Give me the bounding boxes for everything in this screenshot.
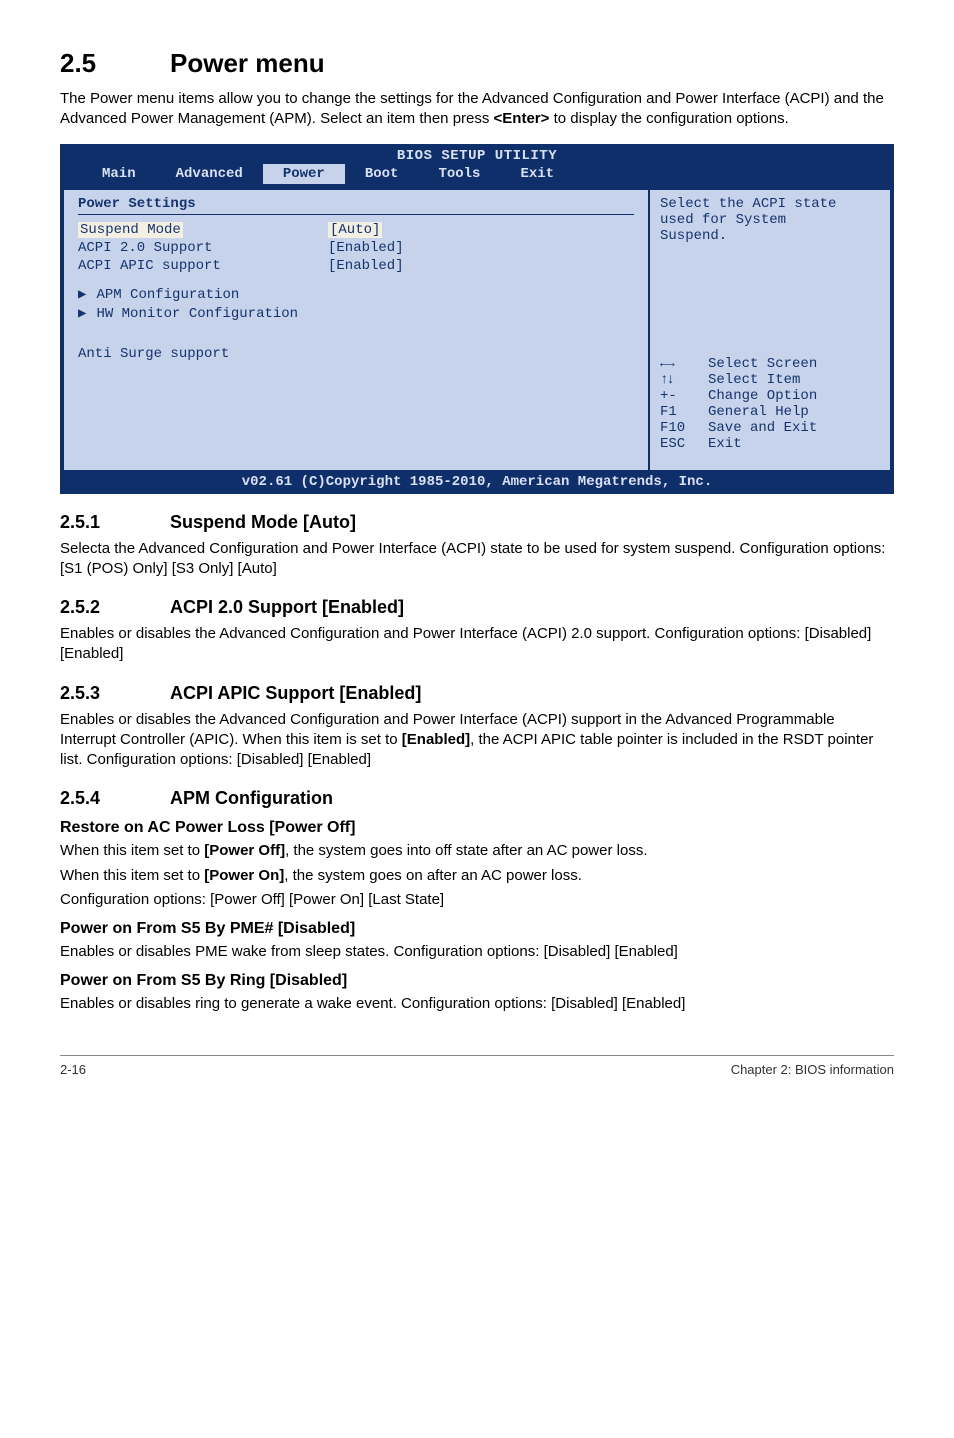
chapter-label: Chapter 2: BIOS information [731,1062,894,1077]
bios-help-line1: Select the ACPI state [660,196,880,212]
subsub-restore-ac: Restore on AC Power Loss [Power Off] [60,819,894,837]
bios-legend: Select Screen Select Item +- Change Optio… [660,356,880,460]
bios-legend-desc: General Help [708,404,809,420]
subsub-ring: Power on From S5 By Ring [Disabled] [60,972,894,990]
bios-submenu-hwmonitor-label: HW Monitor Configuration [96,306,298,322]
bios-left-panel: Power Settings Suspend Mode [Auto] ACPI … [64,190,650,470]
arrow-up-down-icon [660,372,698,388]
subsection-254: 2.5.4APM Configuration [60,788,894,809]
bios-submenu-apm[interactable]: ▶ APM Configuration [78,285,634,304]
bios-tab-bar: Main Advanced Power Boot Tools Exit [62,164,892,188]
triangle-right-icon: ▶ [78,286,86,303]
bios-acpi-apic-label: ACPI APIC support [78,258,328,274]
bios-legend-desc: Exit [708,436,742,452]
bios-left-heading: Power Settings [78,196,634,212]
subsection-number: 2.5.3 [60,683,170,704]
intro-tail: to display the configuration options. [549,110,788,127]
bios-row-suspend-mode[interactable]: Suspend Mode [Auto] [78,221,634,239]
bios-title: BIOS SETUP UTILITY [62,146,892,164]
bios-help-line2: used for System [660,212,880,228]
bios-tab-exit[interactable]: Exit [500,164,574,184]
bios-legend-row: F10 Save and Exit [660,420,880,436]
bios-legend-row: ESC Exit [660,436,880,452]
bios-legend-row: +- Change Option [660,388,880,404]
subsub-pme: Power on From S5 By PME# [Disabled] [60,920,894,938]
bios-tab-advanced[interactable]: Advanced [156,164,263,184]
bios-row-acpi20[interactable]: ACPI 2.0 Support [Enabled] [78,239,634,257]
subsection-252-body: Enables or disables the Advanced Configu… [60,624,894,665]
intro-paragraph: The Power menu items allow you to change… [60,89,894,130]
pme-body: Enables or disables PME wake from sleep … [60,942,894,962]
subsection-251-body: Selecta the Advanced Configuration and P… [60,539,894,580]
subsection-251: 2.5.1Suspend Mode [Auto] [60,512,894,533]
bios-legend-key: F10 [660,420,698,436]
page-number: 2-16 [60,1062,86,1077]
bios-tab-main[interactable]: Main [82,164,156,184]
bios-divider [78,214,634,215]
restore-ac-line1: When this item set to [Power Off], the s… [60,841,894,861]
bios-row-antisurge[interactable]: Anti Surge support [78,345,634,363]
ring-body: Enables or disables ring to generate a w… [60,994,894,1014]
bios-tab-tools[interactable]: Tools [418,164,500,184]
subsection-title: ACPI APIC Support [Enabled] [170,683,421,703]
bios-acpi-apic-value: [Enabled] [328,258,404,274]
subsection-title: Suspend Mode [Auto] [170,512,356,532]
bios-legend-key: F1 [660,404,698,420]
restore-ac-line3: Configuration options: [Power Off] [Powe… [60,890,894,910]
subsection-252: 2.5.2ACPI 2.0 Support [Enabled] [60,597,894,618]
bios-legend-row: Select Item [660,372,880,388]
section-number: 2.5 [60,48,170,79]
subsection-number: 2.5.4 [60,788,170,809]
bios-tab-power[interactable]: Power [263,164,345,184]
bios-legend-row: Select Screen [660,356,880,372]
bios-legend-desc: Select Screen [708,356,817,372]
intro-bold: <Enter> [494,110,550,127]
bios-right-panel: Select the ACPI state used for System Su… [650,190,890,470]
restore-ac-line2: When this item set to [Power On], the sy… [60,866,894,886]
bios-suspend-mode-label: Suspend Mode [78,222,183,238]
bios-antisurge-label: Anti Surge support [78,346,328,362]
subsection-253: 2.5.3ACPI APIC Support [Enabled] [60,683,894,704]
bios-acpi20-value: [Enabled] [328,240,404,256]
bios-legend-key: ESC [660,436,698,452]
bios-help-text: Select the ACPI state used for System Su… [660,196,880,244]
s253-bold: [Enabled] [402,731,470,748]
bios-submenu-hwmonitor[interactable]: ▶ HW Monitor Configuration [78,304,634,323]
bios-acpi20-label: ACPI 2.0 Support [78,240,328,256]
bios-tab-boot[interactable]: Boot [345,164,419,184]
bios-legend-row: F1 General Help [660,404,880,420]
subsection-title: APM Configuration [170,788,333,808]
bios-submenu-apm-label: APM Configuration [96,287,239,303]
bios-suspend-mode-value: [Auto] [328,222,382,238]
bios-screenshot: BIOS SETUP UTILITY Main Advanced Power B… [60,144,894,494]
bios-legend-desc: Change Option [708,388,817,404]
subsection-number: 2.5.1 [60,512,170,533]
bios-legend-desc: Save and Exit [708,420,817,436]
subsection-title: ACPI 2.0 Support [Enabled] [170,597,404,617]
section-title-text: Power menu [170,48,325,78]
subsection-number: 2.5.2 [60,597,170,618]
bios-row-acpi-apic[interactable]: ACPI APIC support [Enabled] [78,257,634,275]
bios-legend-key: +- [660,388,698,404]
bios-help-line3: Suspend. [660,228,880,244]
page-footer: 2-16 Chapter 2: BIOS information [60,1055,894,1077]
section-heading: 2.5Power menu [60,48,894,79]
bios-footer: v02.61 (C)Copyright 1985-2010, American … [62,472,892,492]
bios-legend-desc: Select Item [708,372,800,388]
triangle-right-icon: ▶ [78,305,86,322]
arrow-left-right-icon [660,356,698,372]
subsection-253-body: Enables or disables the Advanced Configu… [60,710,894,771]
